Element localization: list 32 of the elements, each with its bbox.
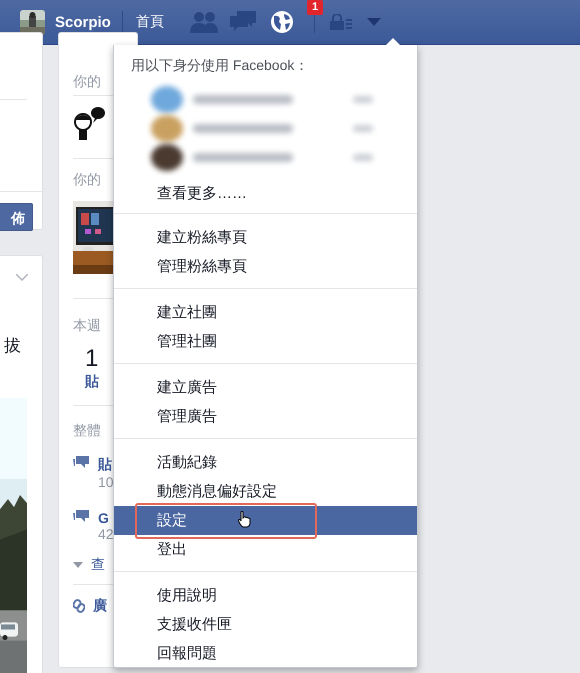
- overall-title: 整體: [73, 421, 102, 440]
- stat-value: 42: [98, 526, 114, 542]
- menu-item[interactable]: 動態消息偏好設定: [114, 481, 417, 502]
- menu-item[interactable]: 活動紀錄: [114, 452, 417, 473]
- stat-title[interactable]: G: [98, 510, 109, 526]
- week-count: 1: [85, 345, 100, 373]
- menu-item[interactable]: 建立粉絲專頁: [114, 227, 417, 248]
- menu-item[interactable]: 管理廣告: [114, 406, 417, 427]
- notification-badge: 1: [307, 0, 324, 15]
- post-text: 拔: [4, 335, 21, 357]
- menu-item[interactable]: 支援收件匣: [114, 614, 417, 635]
- menu-item[interactable]: 使用說明: [114, 585, 417, 606]
- menu-item[interactable]: 管理社團: [114, 331, 417, 352]
- see-more-link[interactable]: 查看更多……: [114, 176, 417, 208]
- section-title: 你的: [73, 170, 102, 189]
- week-link[interactable]: 貼: [85, 373, 99, 391]
- menu-item[interactable]: 回報問題: [114, 643, 417, 664]
- stat-title[interactable]: 貼: [98, 456, 112, 474]
- promo-link[interactable]: 廣: [93, 597, 107, 615]
- home-link[interactable]: 首頁: [136, 13, 164, 31]
- publish-button[interactable]: 佈: [0, 203, 33, 231]
- stat-value: 10: [98, 474, 114, 490]
- profile-link[interactable]: Scorpio: [55, 14, 111, 30]
- menu-item[interactable]: 管理粉絲專頁: [114, 256, 417, 277]
- more-link[interactable]: 查: [91, 556, 105, 574]
- section-title: 你的: [73, 72, 102, 91]
- week-title: 本週: [73, 316, 102, 335]
- menu-header: 用以下身分使用 Facebook：: [130, 56, 310, 75]
- menu-item[interactable]: 設定: [114, 506, 417, 535]
- menu-item[interactable]: 建立廣告: [114, 377, 417, 398]
- menu-item[interactable]: 登出: [114, 539, 417, 560]
- menu-item[interactable]: 建立社團: [114, 302, 417, 323]
